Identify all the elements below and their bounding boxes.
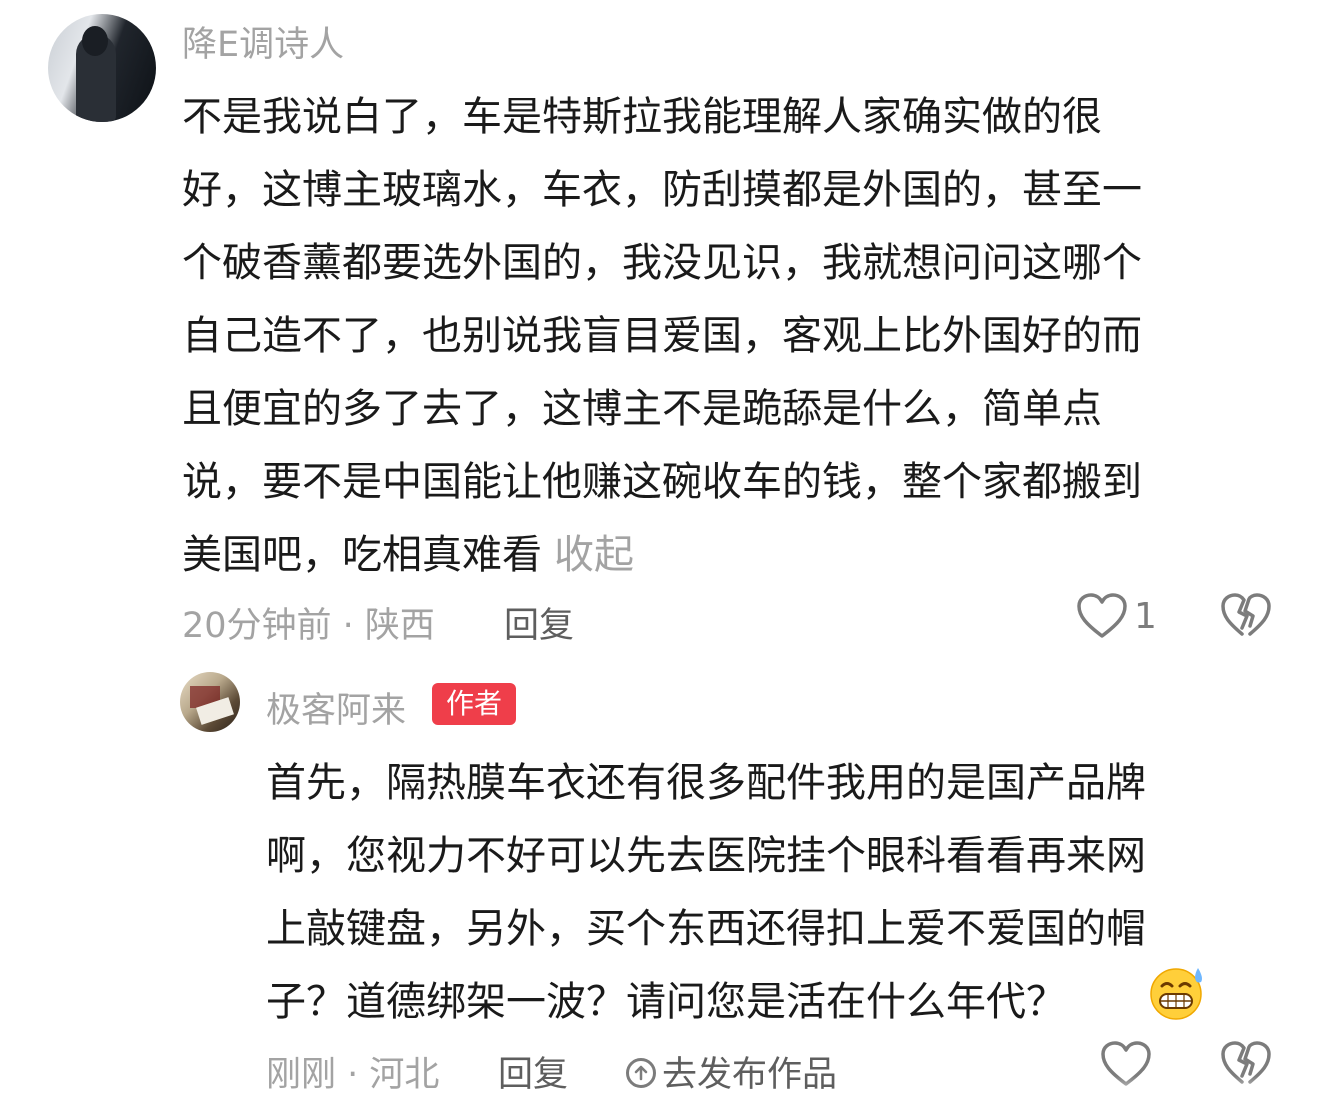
comment-line: 不是我说白了，车是特斯拉我能理解人家确实做的很 (182, 94, 1102, 140)
reply-line: 首先，隔热膜车衣还有很多配件我用的是国产品牌 (266, 760, 1146, 806)
reply-line: 上敲键盘，另外，买个东西还得扣上爱不爱国的帽 (266, 906, 1146, 952)
reply-button[interactable]: 回复 (504, 597, 574, 648)
publish-label: 去发布作品 (662, 1055, 838, 1095)
avatar-head (82, 26, 108, 56)
author-username[interactable]: 极客阿来 (266, 682, 406, 733)
comment-line: 自己造不了，也别说我盲目爱国，客观上比外国好的而 (182, 313, 1142, 359)
publish-work-button[interactable]: 去发布作品 (626, 1046, 837, 1097)
comment-line-last: 美国吧，吃相真难看 收起 (182, 522, 634, 580)
upload-circle-icon (626, 1058, 656, 1088)
reply-button[interactable]: 回复 (498, 1046, 568, 1097)
comment-line: 说，要不是中国能让他赚这碗收车的钱，整个家都搬到 (182, 459, 1142, 505)
collapse-button[interactable]: 收起 (554, 532, 634, 578)
author-badge: 作者 (432, 683, 516, 725)
reply-meta: 刚刚 · 河北 (266, 1055, 440, 1095)
commenter-avatar[interactable] (48, 14, 156, 122)
broken-heart-icon[interactable] (1220, 592, 1272, 640)
reply-line: 啊，您视力不好可以先去医院挂个眼科看看再来网 (266, 833, 1146, 879)
commenter-username[interactable]: 降E调诗人 (182, 16, 344, 67)
comment-line: 且便宜的多了去了，这博主不是跪舔是什么，简单点 (182, 386, 1102, 432)
reply-line: 子？道德绑架一波？请问您是活在什么年代？ (266, 979, 1066, 1025)
author-avatar[interactable] (180, 672, 240, 732)
comment-line: 个破香薰都要选外国的，我没见识，我就想问问这哪个 (182, 240, 1142, 286)
comment-line-text: 美国吧，吃相真难看 (182, 532, 542, 578)
bottom-fade-overlay (940, 1076, 1320, 1116)
heart-icon[interactable] (1076, 592, 1128, 640)
grinning-sweat-emoji (1150, 968, 1202, 1020)
comment-line: 好，这博主玻璃水，车衣，防刮摸都是外国的，甚至一 (182, 167, 1142, 213)
comment-meta: 20分钟前 · 陕西 (182, 606, 435, 646)
like-count: 1 (1134, 596, 1157, 637)
